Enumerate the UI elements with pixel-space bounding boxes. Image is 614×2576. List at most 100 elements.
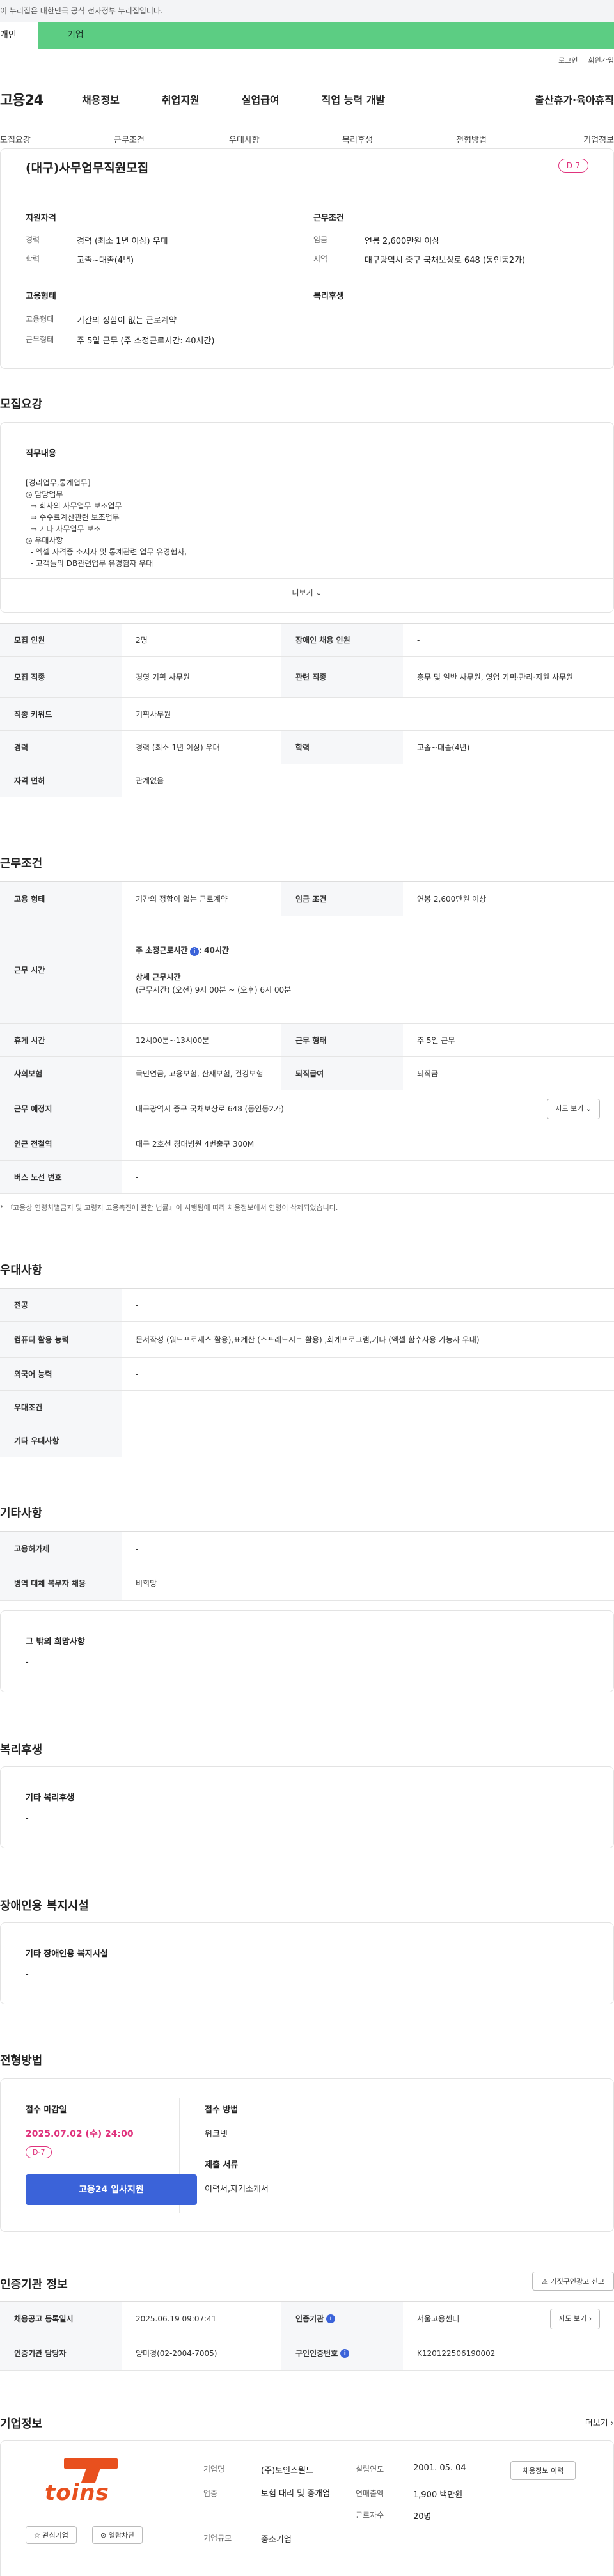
menu-training[interactable]: 직업 능력 개발 xyxy=(322,91,385,107)
td: 주 5일 근무 xyxy=(417,1035,455,1045)
disabled-value: - xyxy=(26,1970,29,1979)
menu-employment-support[interactable]: 취업지원 xyxy=(162,91,200,107)
td: 12시00분~13시00분 xyxy=(136,1035,210,1045)
menu-parental-leave[interactable]: 출산휴가·육아휴직 xyxy=(535,91,614,107)
td: 비희망 xyxy=(136,1578,157,1588)
table-row: 모집 인원 2명 장애인 채용 인원 - xyxy=(0,624,614,657)
apply-button[interactable]: 고용24 입사지원 xyxy=(26,2174,197,2205)
block-button[interactable]: ⊘ 열람차단 xyxy=(92,2526,143,2544)
job-description: [경리업무,통계업무] ◎ 담당업무 ⇒ 회사의 사무업무 보조업무 ⇒ 수수료계… xyxy=(26,466,187,581)
table-row: 컴퓨터 활용 능력 문서작성 (워드프로세스 활용),표계산 (스프레드시트 활용… xyxy=(0,1322,614,1358)
edu-label: 학력 xyxy=(26,255,40,263)
td: - xyxy=(136,1436,139,1445)
work-heading: 근무조건 xyxy=(0,857,43,870)
info-icon[interactable]: i xyxy=(340,2348,350,2358)
job-line: ◎ 담당업무 xyxy=(26,490,63,499)
info-icon[interactable]: i xyxy=(326,2314,336,2323)
tab-personal[interactable]: 개인 xyxy=(0,22,38,49)
th-cert-number: 구인인증번호 i xyxy=(281,2336,403,2370)
report-button[interactable]: ⚠ 거짓구인광고 신고 xyxy=(532,2272,614,2291)
join-link[interactable]: 회원가입 xyxy=(588,55,614,65)
welfare-card xyxy=(0,1766,614,1848)
th: 외국어 능력 xyxy=(0,1358,122,1390)
chevron-right-icon: › xyxy=(610,2419,614,2428)
td: - xyxy=(136,1172,139,1182)
td: 대구 2호선 경대병원 4번출구 300M xyxy=(136,1139,255,1149)
welfare-label: 기타 복리후생 xyxy=(26,1793,75,1803)
welfare-section-heading: 복리후생 xyxy=(0,1743,43,1757)
td: - xyxy=(136,1369,139,1379)
hours-main-value: 40시간 xyxy=(204,945,229,955)
founded-value: 2001. 05. 04 xyxy=(413,2463,466,2473)
td: 기간의 정함이 없는 근로계약 xyxy=(136,894,228,904)
td: 관계없음 xyxy=(136,776,164,785)
td: 경력 (최소 1년 이상) 우대 xyxy=(136,742,220,752)
job-line: ◎ 우대사항 xyxy=(26,536,63,545)
main-nav: 고용24 채용정보 취업지원 실업급여 직업 능력 개발 출산휴가·육아휴직 xyxy=(0,83,614,115)
other-value: - xyxy=(26,1658,29,1667)
table-row: 고용 형태 기간의 정함이 없는 근로계약 임금 조건 연봉 2,600만원 이상 xyxy=(0,882,614,916)
td: 2명 xyxy=(136,635,148,645)
place-value: 대구광역시 중구 국채보상로 648 (동인동2가) xyxy=(136,1104,284,1113)
worktype-value: 주 5일 근무 (주 소정근로시간: 40시간) xyxy=(77,336,215,346)
th: 채용공고 등록일시 xyxy=(0,2302,122,2336)
th: 근무 예정지 xyxy=(0,1090,122,1127)
age-note: * 『고용상 연령차별금지 및 고령자 고용촉진에 관한 법률』이 시행됨에 따… xyxy=(0,1204,338,1212)
pref-table: 전공 - 컴퓨터 활용 능력 문서작성 (워드프로세스 활용),표계산 (스프레드시… xyxy=(0,1288,614,1457)
dday-badge: D-7 xyxy=(558,159,588,173)
lnb-work[interactable]: 근무조건 xyxy=(114,133,145,145)
th: 모집 직종 xyxy=(0,657,122,697)
site-logo[interactable]: 고용24 xyxy=(0,89,82,109)
founded-label: 설립연도 xyxy=(356,2465,384,2474)
table-row: 우대조건 - xyxy=(0,1391,614,1424)
cert-map-label: 지도 보기 xyxy=(558,2314,587,2323)
login-link[interactable]: 로그인 xyxy=(558,55,578,65)
map-button-label: 지도 보기 xyxy=(555,1104,584,1113)
staff-label: 근로자수 xyxy=(356,2511,384,2520)
worktype-label: 근무형태 xyxy=(26,335,54,344)
industry-value: 보험 대리 및 중개업 xyxy=(261,2489,331,2499)
lnb-company[interactable]: 기업정보 xyxy=(583,133,614,145)
td: 국민연금, 고용보험, 산재보험, 건강보험 xyxy=(136,1069,264,1078)
chevron-down-icon: ⌄ xyxy=(585,1104,592,1113)
staff-value: 20명 xyxy=(413,2512,432,2522)
history-button[interactable]: 채용정보 이력 xyxy=(510,2461,576,2480)
other-heading: 그 밖의 희망사항 xyxy=(26,1637,85,1647)
deadline-value: 2025.07.02 (수) 24:00 xyxy=(26,2129,134,2139)
more-button[interactable]: 더보기 ⌄ xyxy=(0,587,614,598)
welfare-value: - xyxy=(26,1814,29,1823)
docs-label: 제출 서류 xyxy=(205,2160,239,2170)
th-cert-org: 인증기관 i xyxy=(281,2302,403,2336)
industry-label: 업종 xyxy=(203,2489,218,2498)
career-value: 경력 (최소 1년 이상) 우대 xyxy=(77,237,168,246)
th: 임금 조건 xyxy=(281,882,403,916)
method-value: 워크넷 xyxy=(205,2130,228,2139)
menu-unemployment[interactable]: 실업급여 xyxy=(242,91,279,107)
th: 병역 대체 복무자 채용 xyxy=(0,1566,122,1600)
lnb-process[interactable]: 전형방법 xyxy=(456,133,487,145)
block-icon: ⊘ xyxy=(100,2531,107,2540)
td: - xyxy=(136,1544,139,1553)
lnb-pref[interactable]: 우대사항 xyxy=(229,133,260,145)
disabled-label: 기타 장애인용 복지시설 xyxy=(26,1949,108,1959)
company-more-link[interactable]: 더보기 › xyxy=(585,2416,614,2428)
th: 인근 전철역 xyxy=(0,1127,122,1160)
info-icon[interactable]: i xyxy=(190,946,200,956)
lnb-welfare[interactable]: 복리후생 xyxy=(342,133,373,145)
hours-cell: 주 소정근로시간 i: 40시간 상세 근무시간 (근무시간) (오전) 9시 … xyxy=(122,916,614,1023)
block-label: 열람차단 xyxy=(108,2531,135,2540)
user-type-tabs: 개인 기업 xyxy=(0,22,614,49)
fav-company-button[interactable]: ☆ 관심기업 xyxy=(26,2526,77,2544)
cert-heading: 인증기관 정보 xyxy=(0,2278,68,2291)
menu-jobs[interactable]: 채용정보 xyxy=(82,91,120,107)
map-button[interactable]: 지도 보기 ⌄ xyxy=(547,1098,600,1119)
th: 고용 형태 xyxy=(0,882,122,916)
tab-company[interactable]: 기업 xyxy=(38,22,614,49)
td: 총무 및 일반 사무원, 영업 기획·관리·지원 사무원 xyxy=(417,672,574,682)
cert-map-button[interactable]: 지도 보기 › xyxy=(550,2308,600,2329)
th: 고용허가제 xyxy=(0,1532,122,1566)
company-logo-text: toins xyxy=(45,2480,109,2506)
td: 문서작성 (워드프로세스 활용),표계산 (스프레드시트 활용) ,회계프로그램… xyxy=(136,1335,480,1344)
company-heading: 기업정보 xyxy=(0,2417,43,2431)
lnb-recruit[interactable]: 모집요강 xyxy=(0,133,31,145)
